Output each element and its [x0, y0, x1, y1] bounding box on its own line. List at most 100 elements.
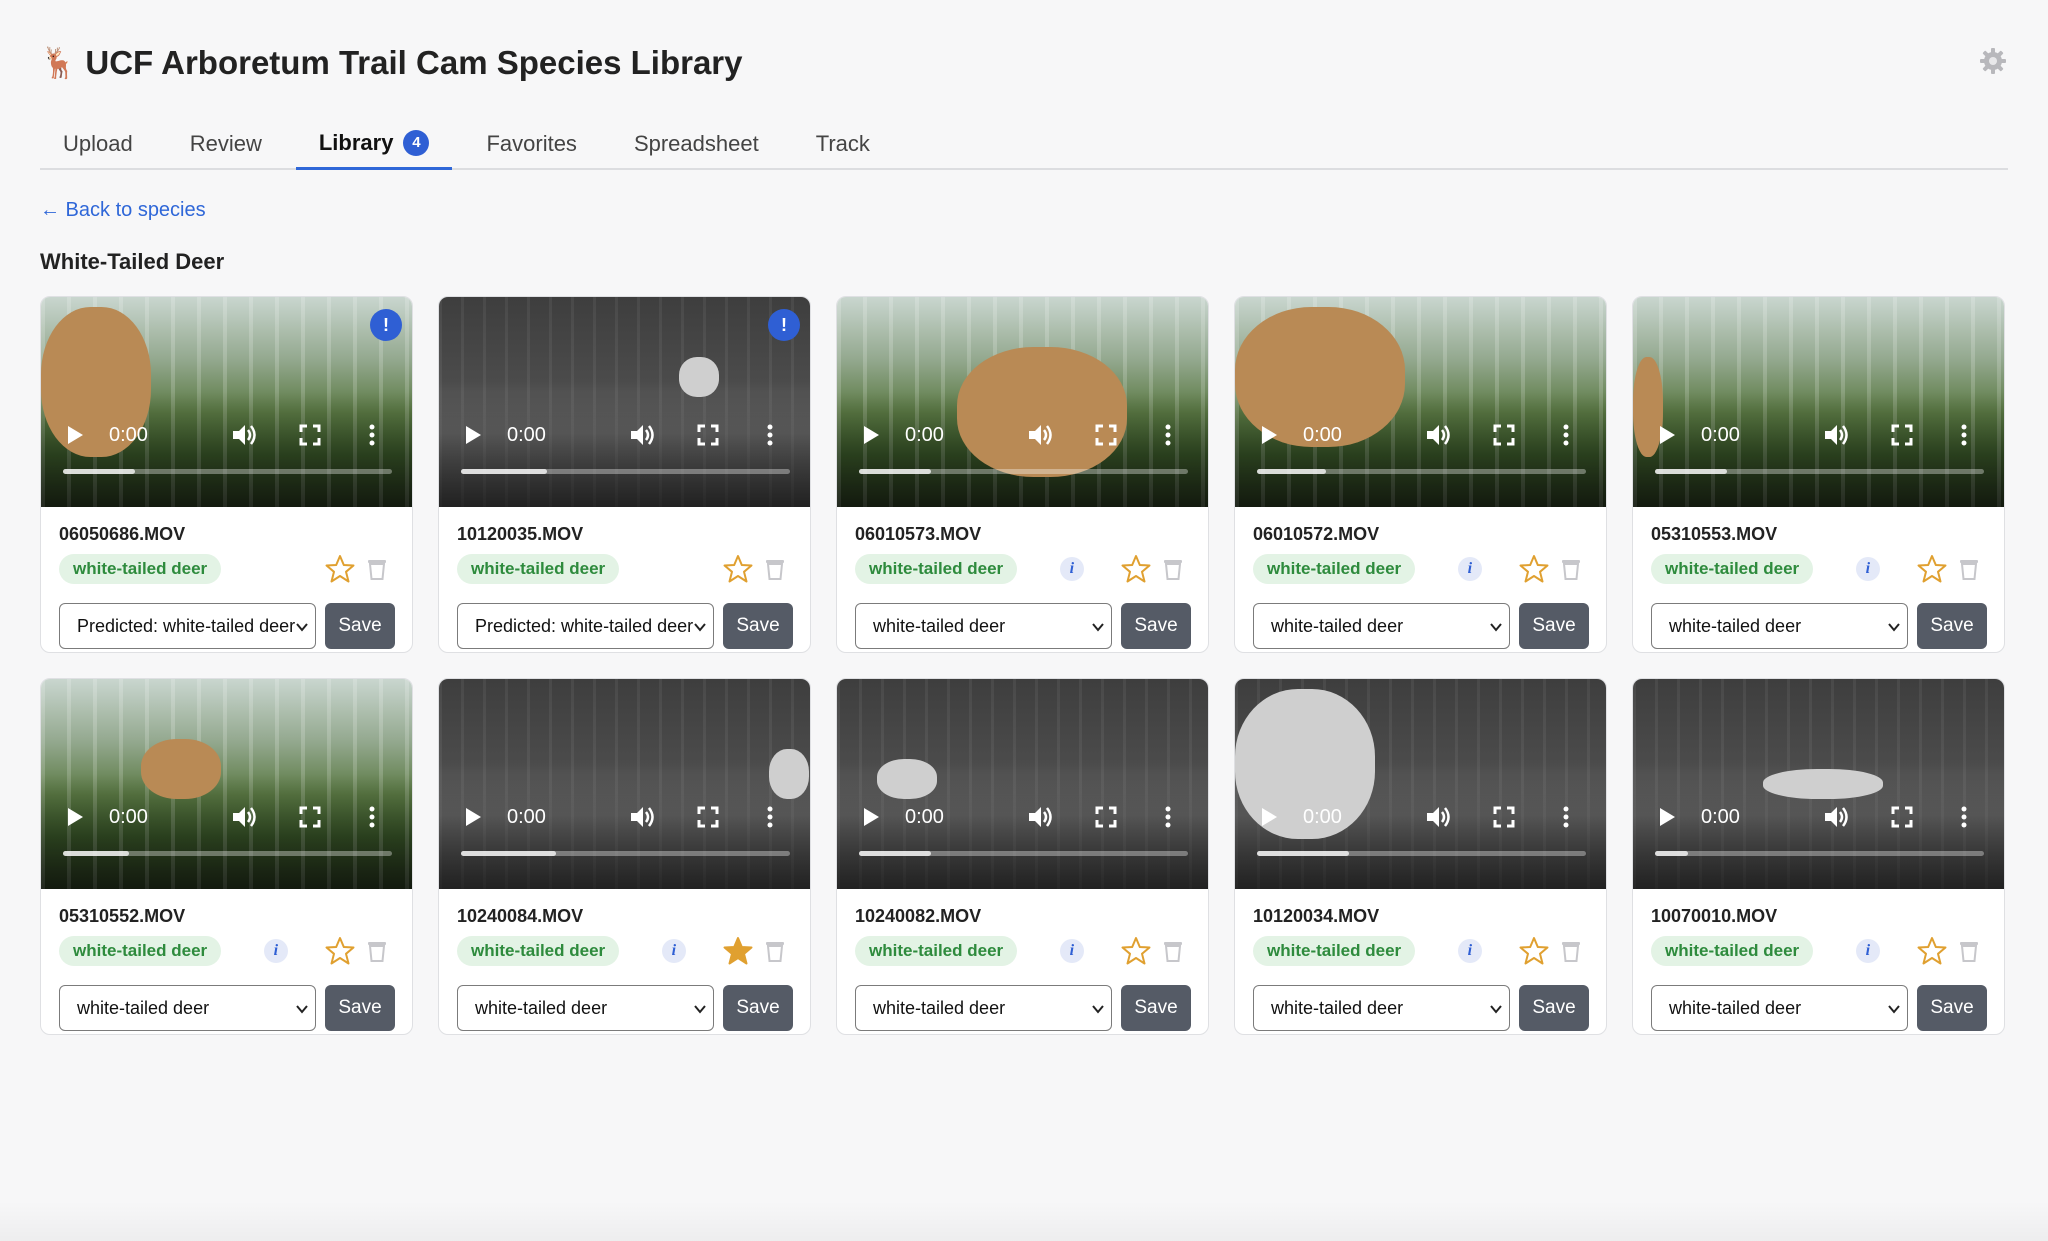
- back-to-species-link[interactable]: ← Back to species: [40, 199, 206, 222]
- save-button[interactable]: Save: [325, 985, 395, 1031]
- play-icon[interactable]: [65, 423, 85, 447]
- fullscreen-icon[interactable]: [299, 805, 321, 829]
- trash-icon[interactable]: [1560, 557, 1582, 581]
- video-progress-bar[interactable]: [63, 469, 392, 474]
- video-player[interactable]: 0:00: [439, 679, 810, 889]
- video-player[interactable]: 0:00: [1633, 297, 2004, 507]
- video-progress-bar[interactable]: [63, 851, 392, 856]
- save-button[interactable]: Save: [1917, 985, 1987, 1031]
- more-options-icon[interactable]: [1163, 805, 1173, 829]
- species-select[interactable]: Predicted: white-tailed deer: [457, 603, 714, 649]
- fullscreen-icon[interactable]: [1493, 423, 1515, 447]
- play-icon[interactable]: [861, 423, 881, 447]
- save-button[interactable]: Save: [723, 603, 793, 649]
- fullscreen-icon[interactable]: [299, 423, 321, 447]
- trash-icon[interactable]: [764, 939, 786, 963]
- tab-upload[interactable]: Upload: [40, 118, 156, 170]
- video-player[interactable]: ! 0:00: [41, 297, 412, 507]
- gear-icon[interactable]: [1978, 46, 2008, 76]
- more-options-icon[interactable]: [1959, 423, 1969, 447]
- play-icon[interactable]: [65, 805, 85, 829]
- play-icon[interactable]: [1259, 805, 1279, 829]
- video-progress-bar[interactable]: [1257, 851, 1586, 856]
- video-progress-bar[interactable]: [1655, 469, 1984, 474]
- favorite-star-icon[interactable]: [723, 554, 753, 584]
- favorite-star-icon[interactable]: [1519, 554, 1549, 584]
- more-options-icon[interactable]: [1163, 423, 1173, 447]
- favorite-star-icon[interactable]: [1519, 936, 1549, 966]
- save-button[interactable]: Save: [1519, 985, 1589, 1031]
- tab-spreadsheet[interactable]: Spreadsheet: [611, 118, 782, 170]
- more-options-icon[interactable]: [1959, 805, 1969, 829]
- favorite-star-icon[interactable]: [325, 936, 355, 966]
- more-options-icon[interactable]: [367, 805, 377, 829]
- species-select[interactable]: white-tailed deer: [855, 985, 1112, 1031]
- volume-icon[interactable]: [1425, 423, 1451, 447]
- trash-icon[interactable]: [1560, 939, 1582, 963]
- tab-library[interactable]: Library 4: [295, 118, 453, 170]
- save-button[interactable]: Save: [1121, 985, 1191, 1031]
- volume-icon[interactable]: [1027, 423, 1053, 447]
- video-progress-bar[interactable]: [1257, 469, 1586, 474]
- volume-icon[interactable]: [1823, 805, 1849, 829]
- trash-icon[interactable]: [1162, 557, 1184, 581]
- play-icon[interactable]: [463, 423, 483, 447]
- species-select[interactable]: white-tailed deer: [1651, 985, 1908, 1031]
- info-icon[interactable]: i: [1059, 557, 1084, 581]
- video-player[interactable]: 0:00: [837, 679, 1208, 889]
- video-progress-bar[interactable]: [859, 469, 1188, 474]
- species-select[interactable]: white-tailed deer: [59, 985, 316, 1031]
- volume-icon[interactable]: [1425, 805, 1451, 829]
- save-button[interactable]: Save: [1917, 603, 1987, 649]
- volume-icon[interactable]: [1823, 423, 1849, 447]
- tab-track[interactable]: Track: [793, 118, 893, 170]
- play-icon[interactable]: [1657, 805, 1677, 829]
- favorite-star-icon[interactable]: [723, 936, 753, 966]
- video-progress-bar[interactable]: [461, 851, 790, 856]
- volume-icon[interactable]: [231, 423, 257, 447]
- more-options-icon[interactable]: [765, 423, 775, 447]
- species-select[interactable]: white-tailed deer: [1651, 603, 1908, 649]
- volume-icon[interactable]: [629, 805, 655, 829]
- play-icon[interactable]: [1657, 423, 1677, 447]
- trash-icon[interactable]: [764, 557, 786, 581]
- info-icon[interactable]: i: [1855, 939, 1880, 963]
- needs-review-badge[interactable]: !: [370, 309, 402, 341]
- info-icon[interactable]: i: [661, 939, 686, 963]
- fullscreen-icon[interactable]: [1891, 805, 1913, 829]
- info-icon[interactable]: i: [1457, 939, 1482, 963]
- video-player[interactable]: 0:00: [1235, 679, 1606, 889]
- trash-icon[interactable]: [1162, 939, 1184, 963]
- favorite-star-icon[interactable]: [1121, 936, 1151, 966]
- trash-icon[interactable]: [366, 557, 388, 581]
- trash-icon[interactable]: [1958, 939, 1980, 963]
- video-progress-bar[interactable]: [1655, 851, 1984, 856]
- save-button[interactable]: Save: [1121, 603, 1191, 649]
- tab-favorites[interactable]: Favorites: [463, 118, 599, 170]
- play-icon[interactable]: [861, 805, 881, 829]
- video-player[interactable]: 0:00: [1235, 297, 1606, 507]
- species-select[interactable]: white-tailed deer: [1253, 985, 1510, 1031]
- video-player[interactable]: 0:00: [41, 679, 412, 889]
- save-button[interactable]: Save: [325, 603, 395, 649]
- species-select[interactable]: white-tailed deer: [1253, 603, 1510, 649]
- trash-icon[interactable]: [1958, 557, 1980, 581]
- video-progress-bar[interactable]: [859, 851, 1188, 856]
- play-icon[interactable]: [463, 805, 483, 829]
- volume-icon[interactable]: [629, 423, 655, 447]
- fullscreen-icon[interactable]: [697, 805, 719, 829]
- favorite-star-icon[interactable]: [1917, 554, 1947, 584]
- save-button[interactable]: Save: [723, 985, 793, 1031]
- needs-review-badge[interactable]: !: [768, 309, 800, 341]
- volume-icon[interactable]: [1027, 805, 1053, 829]
- volume-icon[interactable]: [231, 805, 257, 829]
- fullscreen-icon[interactable]: [1493, 805, 1515, 829]
- video-player[interactable]: ! 0:00: [439, 297, 810, 507]
- species-select[interactable]: white-tailed deer: [457, 985, 714, 1031]
- more-options-icon[interactable]: [765, 805, 775, 829]
- tab-review[interactable]: Review: [167, 118, 285, 170]
- info-icon[interactable]: i: [1457, 557, 1482, 581]
- favorite-star-icon[interactable]: [1917, 936, 1947, 966]
- play-icon[interactable]: [1259, 423, 1279, 447]
- fullscreen-icon[interactable]: [697, 423, 719, 447]
